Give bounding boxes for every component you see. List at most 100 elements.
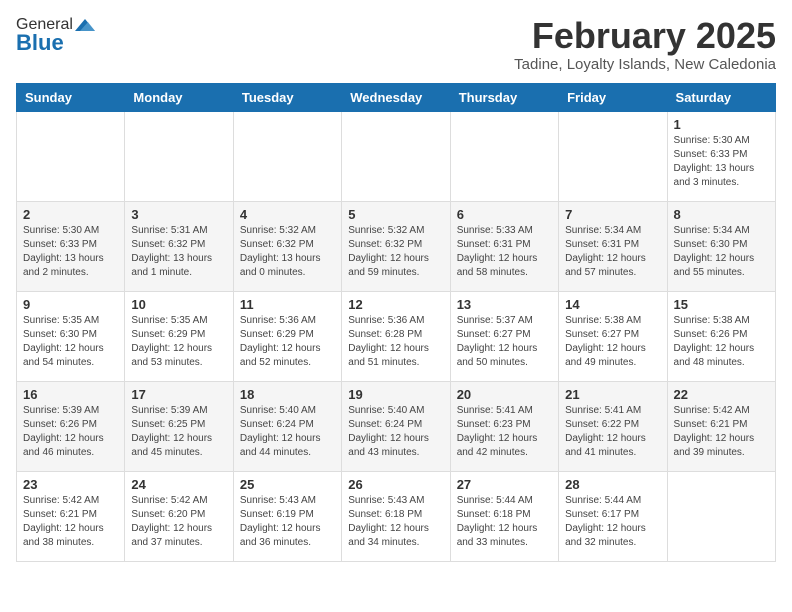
week-row-5: 23 Sunrise: 5:42 AMSunset: 6:21 PMDayligh… (17, 471, 776, 561)
day-number: 2 (23, 207, 118, 222)
weekday-header-friday: Friday (559, 83, 667, 111)
day-number: 5 (348, 207, 443, 222)
calendar-cell: 19Sunrise: 5:40 AMSunset: 6:24 PMDayligh… (342, 381, 450, 471)
day-info: Sunrise: 5:42 AMSunset: 6:21 PMDaylight:… (674, 404, 769, 460)
week-row-4: 16Sunrise: 5:39 AMSunset: 6:26 PMDayligh… (17, 381, 776, 471)
calendar-cell: 3 Sunrise: 5:31 AMSunset: 6:32 PMDaylight… (125, 201, 233, 291)
calendar-cell (125, 111, 233, 201)
day-info: Sunrise: 5:32 AMSunset: 6:32 PMDaylight:… (240, 224, 335, 280)
day-info: Sunrise: 5:31 AMSunset: 6:32 PMDaylight:… (131, 224, 226, 280)
calendar-cell: 17 Sunrise: 5:39 AMSunset: 6:25 PMDayligh… (125, 381, 233, 471)
day-number: 8 (674, 207, 769, 222)
calendar-cell: 6 Sunrise: 5:33 AMSunset: 6:31 PMDaylight… (450, 201, 558, 291)
calendar-cell: 16Sunrise: 5:39 AMSunset: 6:26 PMDayligh… (17, 381, 125, 471)
day-info: Sunrise: 5:42 AMSunset: 6:21 PMDaylight:… (23, 494, 118, 550)
calendar-cell: 24 Sunrise: 5:42 AMSunset: 6:20 PMDayligh… (125, 471, 233, 561)
calendar-cell: 28 Sunrise: 5:44 AMSunset: 6:17 PMDayligh… (559, 471, 667, 561)
day-info: Sunrise: 5:30 AMSunset: 6:33 PMDaylight:… (23, 224, 118, 280)
day-number: 10 (131, 297, 226, 312)
day-number: 19 (348, 387, 443, 402)
week-row-1: 1Sunrise: 5:30 AMSunset: 6:33 PMDaylight… (17, 111, 776, 201)
day-number: 12 (348, 297, 443, 312)
day-number: 7 (565, 207, 660, 222)
calendar-cell: 21Sunrise: 5:41 AMSunset: 6:22 PMDayligh… (559, 381, 667, 471)
day-info: Sunrise: 5:38 AMSunset: 6:27 PMDaylight:… (565, 314, 660, 370)
logo-icon (75, 17, 95, 33)
calendar-table: SundayMondayTuesdayWednesdayThursdayFrid… (16, 83, 776, 562)
weekday-header-saturday: Saturday (667, 83, 775, 111)
week-row-3: 9 Sunrise: 5:35 AMSunset: 6:30 PMDaylight… (17, 291, 776, 381)
day-number: 23 (23, 477, 118, 492)
calendar-cell (17, 111, 125, 201)
day-info: Sunrise: 5:36 AMSunset: 6:28 PMDaylight:… (348, 314, 443, 370)
calendar-cell (559, 111, 667, 201)
day-number: 17 (131, 387, 226, 402)
calendar-cell (450, 111, 558, 201)
day-info: Sunrise: 5:41 AMSunset: 6:22 PMDaylight:… (565, 404, 660, 460)
day-info: Sunrise: 5:38 AMSunset: 6:26 PMDaylight:… (674, 314, 769, 370)
week-row-2: 2 Sunrise: 5:30 AMSunset: 6:33 PMDaylight… (17, 201, 776, 291)
day-info: Sunrise: 5:39 AMSunset: 6:26 PMDaylight:… (23, 404, 118, 460)
calendar-cell (342, 111, 450, 201)
day-info: Sunrise: 5:37 AMSunset: 6:27 PMDaylight:… (457, 314, 552, 370)
logo: General Blue (16, 16, 95, 56)
day-info: Sunrise: 5:43 AMSunset: 6:19 PMDaylight:… (240, 494, 335, 550)
calendar-cell: 7 Sunrise: 5:34 AMSunset: 6:31 PMDaylight… (559, 201, 667, 291)
calendar-cell (233, 111, 341, 201)
day-info: Sunrise: 5:34 AMSunset: 6:30 PMDaylight:… (674, 224, 769, 280)
day-number: 3 (131, 207, 226, 222)
location-title: Tadine, Loyalty Islands, New Caledonia (514, 56, 776, 73)
day-info: Sunrise: 5:42 AMSunset: 6:20 PMDaylight:… (131, 494, 226, 550)
day-info: Sunrise: 5:39 AMSunset: 6:25 PMDaylight:… (131, 404, 226, 460)
calendar-cell: 2 Sunrise: 5:30 AMSunset: 6:33 PMDaylight… (17, 201, 125, 291)
day-info: Sunrise: 5:44 AMSunset: 6:17 PMDaylight:… (565, 494, 660, 550)
calendar-cell: 5 Sunrise: 5:32 AMSunset: 6:32 PMDaylight… (342, 201, 450, 291)
weekday-header-wednesday: Wednesday (342, 83, 450, 111)
calendar-cell: 1Sunrise: 5:30 AMSunset: 6:33 PMDaylight… (667, 111, 775, 201)
calendar-cell: 26 Sunrise: 5:43 AMSunset: 6:18 PMDayligh… (342, 471, 450, 561)
calendar-cell: 15 Sunrise: 5:38 AMSunset: 6:26 PMDayligh… (667, 291, 775, 381)
day-number: 9 (23, 297, 118, 312)
day-info: Sunrise: 5:35 AMSunset: 6:30 PMDaylight:… (23, 314, 118, 370)
day-info: Sunrise: 5:35 AMSunset: 6:29 PMDaylight:… (131, 314, 226, 370)
day-number: 15 (674, 297, 769, 312)
calendar-cell: 8 Sunrise: 5:34 AMSunset: 6:30 PMDaylight… (667, 201, 775, 291)
day-number: 24 (131, 477, 226, 492)
calendar-cell: 18 Sunrise: 5:40 AMSunset: 6:24 PMDayligh… (233, 381, 341, 471)
day-number: 20 (457, 387, 552, 402)
day-number: 22 (674, 387, 769, 402)
weekday-header-tuesday: Tuesday (233, 83, 341, 111)
day-info: Sunrise: 5:43 AMSunset: 6:18 PMDaylight:… (348, 494, 443, 550)
calendar-cell: 9 Sunrise: 5:35 AMSunset: 6:30 PMDaylight… (17, 291, 125, 381)
day-info: Sunrise: 5:44 AMSunset: 6:18 PMDaylight:… (457, 494, 552, 550)
calendar-cell: 23 Sunrise: 5:42 AMSunset: 6:21 PMDayligh… (17, 471, 125, 561)
day-number: 13 (457, 297, 552, 312)
calendar-cell: 10 Sunrise: 5:35 AMSunset: 6:29 PMDayligh… (125, 291, 233, 381)
calendar-cell: 11 Sunrise: 5:36 AMSunset: 6:29 PMDayligh… (233, 291, 341, 381)
calendar-cell: 14 Sunrise: 5:38 AMSunset: 6:27 PMDayligh… (559, 291, 667, 381)
day-number: 11 (240, 297, 335, 312)
calendar-cell: 22 Sunrise: 5:42 AMSunset: 6:21 PMDayligh… (667, 381, 775, 471)
day-number: 1 (674, 117, 769, 132)
day-number: 4 (240, 207, 335, 222)
day-info: Sunrise: 5:34 AMSunset: 6:31 PMDaylight:… (565, 224, 660, 280)
day-info: Sunrise: 5:40 AMSunset: 6:24 PMDaylight:… (240, 404, 335, 460)
day-info: Sunrise: 5:33 AMSunset: 6:31 PMDaylight:… (457, 224, 552, 280)
day-number: 14 (565, 297, 660, 312)
day-number: 6 (457, 207, 552, 222)
logo-blue-text: Blue (16, 30, 64, 56)
day-number: 28 (565, 477, 660, 492)
day-number: 26 (348, 477, 443, 492)
day-info: Sunrise: 5:36 AMSunset: 6:29 PMDaylight:… (240, 314, 335, 370)
calendar-cell: 4 Sunrise: 5:32 AMSunset: 6:32 PMDaylight… (233, 201, 341, 291)
calendar-cell (667, 471, 775, 561)
weekday-header-sunday: Sunday (17, 83, 125, 111)
day-info: Sunrise: 5:41 AMSunset: 6:23 PMDaylight:… (457, 404, 552, 460)
page-header: General Blue February 2025 Tadine, Loyal… (16, 16, 776, 73)
day-info: Sunrise: 5:32 AMSunset: 6:32 PMDaylight:… (348, 224, 443, 280)
title-block: February 2025 Tadine, Loyalty Islands, N… (514, 16, 776, 73)
calendar-cell: 13 Sunrise: 5:37 AMSunset: 6:27 PMDayligh… (450, 291, 558, 381)
day-number: 18 (240, 387, 335, 402)
calendar-cell: 27Sunrise: 5:44 AMSunset: 6:18 PMDayligh… (450, 471, 558, 561)
weekday-header-monday: Monday (125, 83, 233, 111)
